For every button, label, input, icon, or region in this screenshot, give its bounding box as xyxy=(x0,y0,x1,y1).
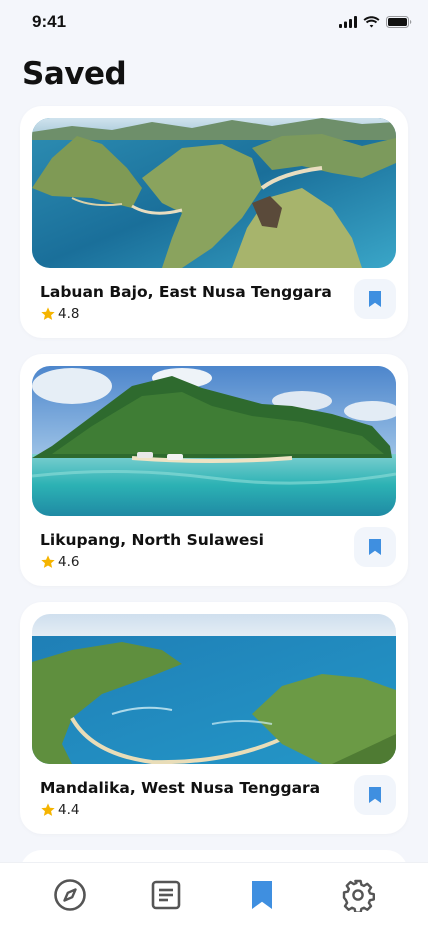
rating-value: 4.4 xyxy=(58,802,80,818)
tab-saved[interactable] xyxy=(238,871,286,919)
bookmark-icon xyxy=(369,291,381,307)
rating-value: 4.6 xyxy=(58,554,80,570)
place-name: Mandalika, West Nusa Tenggara xyxy=(40,779,321,797)
place-name: Labuan Bajo, East Nusa Tenggara xyxy=(40,283,332,301)
place-rating: 4.6 xyxy=(40,554,79,570)
place-name: Likupang, North Sulawesi xyxy=(40,531,264,549)
bookmark-icon xyxy=(369,787,381,803)
battery-icon xyxy=(386,16,412,28)
cellular-signal-icon xyxy=(339,16,357,28)
saved-place-card[interactable]: Labuan Bajo, East Nusa Tenggara 4.8 xyxy=(20,106,408,338)
place-photo[interactable] xyxy=(32,614,396,764)
tab-settings[interactable] xyxy=(334,871,382,919)
bookmark-button[interactable] xyxy=(354,775,396,815)
bookmark-button[interactable] xyxy=(354,527,396,567)
status-icons xyxy=(339,16,412,28)
place-rating: 4.4 xyxy=(40,802,79,818)
saved-place-card[interactable]: Likupang, North Sulawesi 4.6 xyxy=(20,354,408,586)
status-bar: 9:41 xyxy=(0,0,428,44)
star-icon xyxy=(41,555,55,568)
saved-place-card[interactable]: Mandalika, West Nusa Tenggara 4.4 xyxy=(20,602,408,834)
bookmark-button[interactable] xyxy=(354,279,396,319)
saved-list: Labuan Bajo, East Nusa Tenggara 4.8 Liku… xyxy=(20,106,408,850)
tab-articles[interactable] xyxy=(142,871,190,919)
place-rating: 4.8 xyxy=(40,306,79,322)
place-photo[interactable] xyxy=(32,366,396,516)
bookmark-icon xyxy=(369,539,381,555)
gear-icon xyxy=(342,879,375,912)
wifi-icon xyxy=(363,16,380,28)
place-photo[interactable] xyxy=(32,118,396,268)
star-icon xyxy=(41,803,55,816)
bookmark-icon xyxy=(252,880,272,909)
tab-bar xyxy=(0,862,428,926)
page-title: Saved xyxy=(22,56,127,92)
compass-icon xyxy=(54,878,86,911)
article-icon xyxy=(151,880,181,909)
rating-value: 4.8 xyxy=(58,306,80,322)
status-time: 9:41 xyxy=(32,12,67,31)
star-icon xyxy=(41,307,55,320)
tab-explore[interactable] xyxy=(46,871,94,919)
